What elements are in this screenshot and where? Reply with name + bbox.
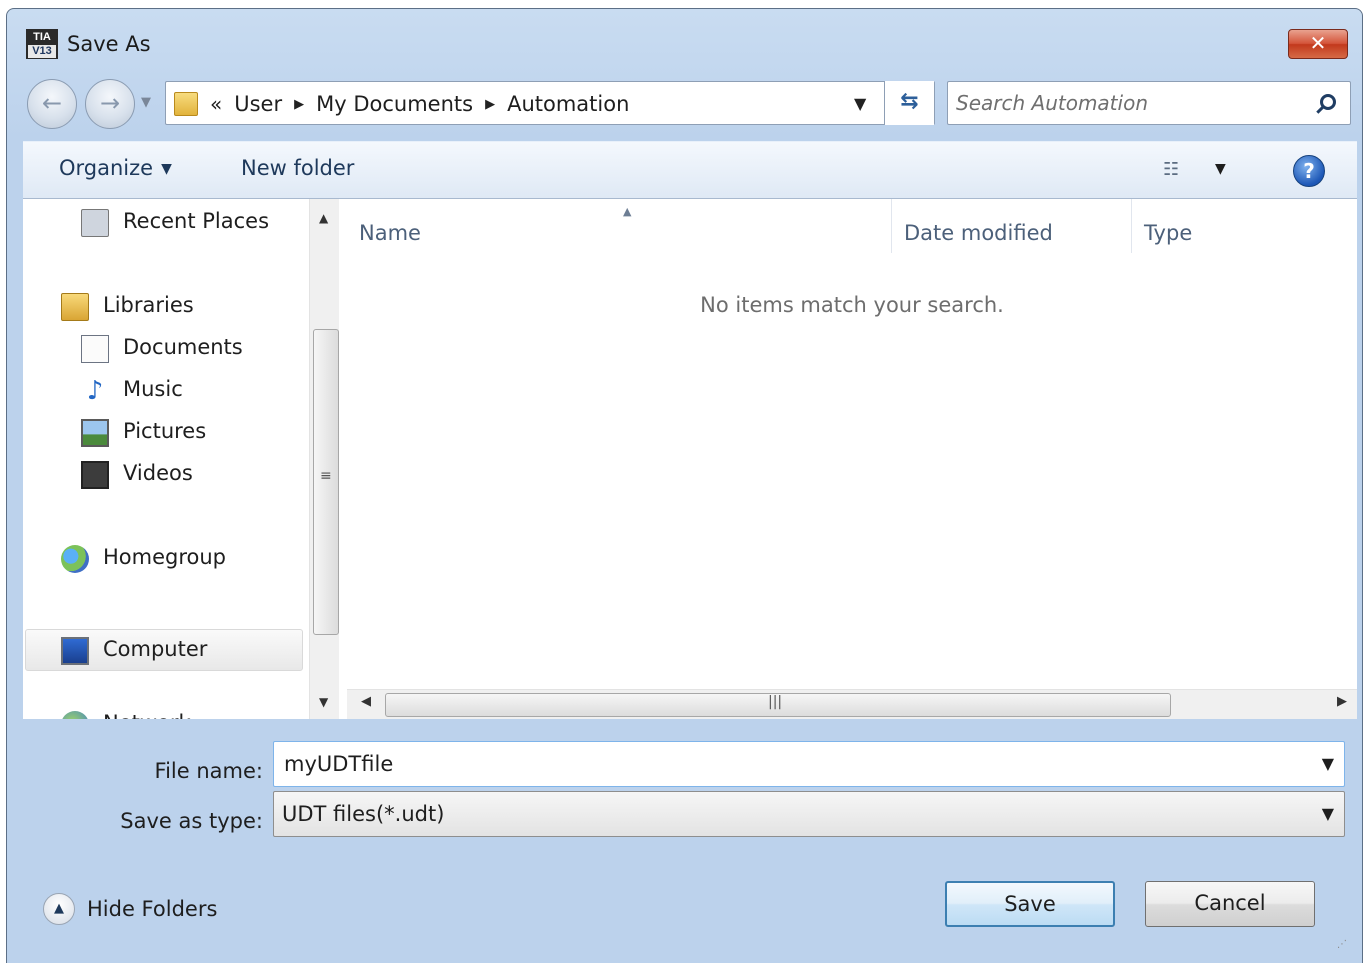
music-icon: ♪: [86, 376, 104, 406]
nav-item-label: Documents: [123, 335, 243, 359]
breadcrumb-item-user[interactable]: User: [234, 92, 282, 116]
column-header-date-modified[interactable]: Date modified: [891, 199, 1131, 253]
scroll-right-arrow-icon[interactable]: ▶: [1337, 694, 1347, 709]
resize-grip-icon[interactable]: ⋰: [1337, 939, 1347, 950]
change-view-icon[interactable]: ☷: [1163, 158, 1193, 182]
breadcrumb-separator-icon[interactable]: ▶: [485, 97, 495, 112]
app-icon-text-top: TIA: [33, 31, 51, 43]
cancel-button[interactable]: Cancel: [1145, 881, 1315, 927]
grip-icon: ≡: [320, 468, 332, 484]
nav-item-label: Pictures: [123, 419, 207, 443]
scroll-up-arrow-icon[interactable]: ▲: [319, 211, 328, 225]
search-input[interactable]: [956, 88, 1306, 118]
pictures-icon: [81, 419, 109, 447]
scrollbar-thumb[interactable]: |||: [385, 693, 1171, 717]
navigation-pane: Recent Places Libraries Documents ♪ Musi…: [23, 199, 339, 719]
view-options-dropdown[interactable]: ▼: [1215, 161, 1226, 177]
breadcrumb-item-my-documents[interactable]: My Documents: [316, 92, 473, 116]
refresh-icon: ⇆: [900, 89, 919, 114]
chevron-down-icon: ▼: [1321, 804, 1334, 823]
recent-places-icon: [81, 209, 109, 237]
app-icon-text-bottom: V13: [28, 45, 56, 58]
column-header-type[interactable]: Type: [1131, 199, 1357, 253]
new-folder-button[interactable]: New folder: [241, 156, 354, 180]
network-icon: [61, 711, 89, 719]
nav-item-label: Computer: [103, 637, 208, 661]
save-as-type-value: UDT files(*.udt): [282, 802, 445, 826]
close-icon: ✕: [1309, 31, 1327, 55]
scrollbar-thumb[interactable]: ≡: [313, 329, 339, 635]
nav-item-label: Homegroup: [103, 545, 227, 569]
column-header-label: Type: [1144, 221, 1193, 245]
sort-ascending-icon: ▲: [623, 205, 632, 218]
content-area: Recent Places Libraries Documents ♪ Musi…: [23, 199, 1357, 719]
window-title: Save As: [67, 32, 151, 56]
search-box: [947, 81, 1351, 125]
search-icon[interactable]: [1320, 94, 1336, 110]
breadcrumb-overflow[interactable]: «: [210, 92, 222, 116]
videos-icon: [81, 461, 109, 489]
address-bar[interactable]: « User ▶ My Documents ▶ Automation ▼ ⇆: [165, 81, 935, 125]
nav-item-label: Network: [103, 711, 191, 719]
file-name-label: File name:: [154, 759, 263, 783]
back-button[interactable]: ←: [27, 79, 77, 129]
file-name-combobox: ▼: [273, 741, 1345, 787]
file-list-pane: ▲ Name Date modified Type No items match…: [347, 199, 1357, 719]
chevron-down-icon: ▼: [161, 161, 172, 177]
file-name-input[interactable]: [284, 748, 1284, 780]
back-arrow-icon: ←: [41, 89, 63, 117]
column-header-label: Date modified: [904, 221, 1053, 245]
documents-icon: [81, 335, 109, 363]
breadcrumb: « User ▶ My Documents ▶ Automation: [210, 92, 629, 116]
breadcrumb-separator-icon[interactable]: ▶: [294, 97, 304, 112]
breadcrumb-item-automation[interactable]: Automation: [507, 92, 629, 116]
hide-folders-label: Hide Folders: [87, 897, 218, 921]
chevron-up-icon: ▲: [43, 893, 75, 925]
navigation-scrollbar[interactable]: ▲ ≡ ▼: [309, 199, 339, 719]
scroll-down-arrow-icon[interactable]: ▼: [319, 695, 328, 709]
title-bar: TIA V13 Save As ✕: [7, 9, 1362, 71]
nav-item-label: Videos: [123, 461, 193, 485]
save-as-type-label: Save as type:: [120, 809, 263, 833]
help-icon[interactable]: ?: [1293, 155, 1325, 187]
folder-icon: [174, 92, 198, 116]
nav-item-label: Libraries: [103, 293, 194, 317]
forward-arrow-icon: →: [99, 89, 121, 117]
refresh-button[interactable]: ⇆: [884, 81, 934, 125]
column-header-label: Name: [359, 221, 421, 245]
tia-portal-app-icon: TIA V13: [26, 29, 58, 59]
address-history-dropdown[interactable]: ▼: [854, 94, 866, 113]
empty-list-message: No items match your search.: [700, 293, 1004, 317]
forward-button[interactable]: →: [85, 79, 135, 129]
homegroup-icon: [61, 545, 89, 573]
recent-pages-dropdown[interactable]: ▼: [141, 95, 151, 110]
organize-menu-button[interactable]: Organize ▼: [59, 156, 172, 180]
computer-icon: [61, 637, 89, 665]
nav-item-label: Music: [123, 377, 183, 401]
horizontal-scrollbar[interactable]: ◀ ||| ▶: [347, 689, 1357, 719]
grip-icon: |||: [768, 694, 783, 710]
scroll-left-arrow-icon[interactable]: ◀: [361, 694, 371, 709]
close-button[interactable]: ✕: [1288, 29, 1348, 59]
organize-label: Organize: [59, 156, 154, 180]
chevron-down-icon[interactable]: ▼: [1322, 754, 1334, 773]
column-header-name[interactable]: ▲ Name: [347, 199, 891, 253]
save-as-dialog: TIA V13 Save As ✕ ← → ▼ « User ▶ My Documen…: [6, 8, 1363, 963]
save-button[interactable]: Save: [945, 881, 1115, 927]
libraries-icon: [61, 293, 89, 321]
nav-item-label: Recent Places: [123, 209, 270, 233]
command-toolbar: Organize ▼ New folder ☷ ▼ ?: [23, 141, 1357, 199]
save-as-type-select[interactable]: UDT files(*.udt) ▼: [273, 791, 1345, 837]
